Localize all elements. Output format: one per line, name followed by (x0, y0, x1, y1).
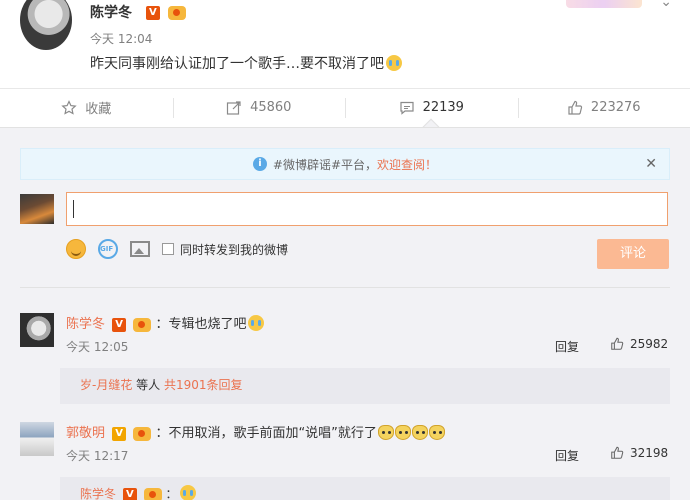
sub-replies-summary[interactable]: 岁-月缝花 等人 共1901条回复 (60, 368, 670, 404)
thumbs-up-icon (567, 100, 583, 116)
crying-emoji-icon (248, 315, 265, 331)
comment-text: ：不用取消，歌手前面加“说唱”就行了 (155, 426, 377, 441)
notice-link[interactable]: 欢迎查阅！ (377, 156, 437, 173)
comment-body: 郭敬明 V ：不用取消，歌手前面加“说唱”就行了 (66, 422, 445, 441)
member-crown-icon[interactable] (133, 426, 152, 441)
comment-time: 今天 12:05 (66, 340, 129, 354)
comment-like-button[interactable]: 32198 (610, 446, 668, 460)
repost-button[interactable]: 45860 (172, 89, 346, 126)
favorite-button[interactable]: 收藏 (0, 89, 173, 126)
comment-like-count: 25982 (630, 337, 669, 351)
post-header: ⌄ 陈学冬 V 今天 12:04 昨天同事刚给认证加了一个歌手…要不取消了吧 (0, 0, 690, 88)
sub-reply-name[interactable]: 岁-月缝花 (80, 378, 132, 392)
member-crown-icon[interactable] (143, 487, 162, 500)
member-crown-icon[interactable] (133, 317, 152, 332)
current-user-avatar (20, 194, 54, 224)
comment-time: 今天 12:17 (66, 449, 129, 463)
chevron-down-icon[interactable]: ⌄ (660, 0, 672, 10)
composer-toolbar: GIF 同时转发到我的微博 (66, 238, 300, 260)
cat-emoji-icon (377, 425, 394, 440)
commenter-avatar[interactable] (20, 313, 54, 347)
post-action-bar: 收藏 45860 22139 223276 (0, 88, 690, 126)
notice-text: #微博辟谣#平台， (272, 157, 378, 172)
reply-button[interactable]: 回复 (555, 447, 579, 464)
sub-reply-badges: V (120, 487, 166, 500)
comment-like-count: 32198 (630, 446, 669, 460)
post-author-line: 陈学冬 V (90, 2, 186, 22)
commenter-name[interactable]: 陈学冬 (66, 317, 105, 332)
crying-emoji-icon (179, 485, 196, 500)
cat-emoji-icon (428, 425, 445, 440)
member-crown-icon[interactable] (167, 6, 186, 20)
commenter-badges: V (109, 426, 155, 441)
crying-emoji-icon (386, 55, 402, 71)
star-icon (61, 99, 77, 116)
comment-body: 陈学冬 V ：专辑也烧了吧 (66, 313, 265, 332)
thumbs-up-icon (610, 446, 624, 460)
repost-checkbox-label: 同时转发到我的微博 (180, 242, 289, 257)
repost-count: 45860 (250, 100, 292, 115)
author-badges: V (143, 5, 186, 21)
decoration-banner (566, 0, 642, 8)
info-icon: i (252, 157, 267, 171)
verified-v-icon[interactable]: V (112, 426, 127, 441)
emoji-icon[interactable] (66, 239, 86, 259)
verified-v-icon[interactable]: V (112, 317, 127, 332)
gif-icon[interactable]: GIF (98, 239, 118, 259)
cat-emoji-icon (411, 425, 428, 440)
commenter-name[interactable]: 郭敬明 (66, 426, 105, 441)
sub-reply-mid: 等人 (132, 378, 164, 392)
repost-checkbox[interactable] (162, 243, 174, 255)
comment-count: 22139 (422, 100, 464, 115)
post-author-avatar[interactable] (20, 0, 72, 50)
repost-icon (226, 100, 242, 116)
close-icon[interactable]: ✕ (645, 156, 657, 172)
post-author-name[interactable]: 陈学冬 (90, 5, 132, 21)
post-time[interactable]: 今天 12:04 (90, 30, 152, 47)
post-text: 昨天同事刚给认证加了一个歌手…要不取消了吧 (90, 53, 402, 73)
post-text-content: 昨天同事刚给认证加了一个歌手…要不取消了吧 (90, 56, 384, 72)
favorite-label: 收藏 (85, 102, 112, 117)
sub-replies-preview: 陈学冬 V ： (60, 477, 670, 500)
thumbs-up-icon (610, 337, 624, 351)
sub-reply-count[interactable]: 共1901条回复 (164, 378, 243, 392)
verified-v-icon[interactable]: V (122, 487, 137, 500)
image-icon[interactable] (130, 241, 150, 257)
sub-reply-text: ： (165, 487, 178, 500)
commenter-badges: V (109, 317, 155, 332)
like-button[interactable]: 223276 (517, 89, 690, 126)
verified-v-icon[interactable]: V (145, 6, 160, 20)
cat-emoji-icon (394, 425, 411, 440)
text-caret (73, 200, 74, 218)
comment-input[interactable] (66, 192, 668, 226)
repost-option[interactable]: 同时转发到我的微博 (162, 241, 288, 258)
like-count: 223276 (590, 100, 641, 115)
submit-comment-button[interactable]: 评论 (597, 239, 669, 269)
comment-like-button[interactable]: 25982 (610, 337, 668, 351)
sub-reply-name[interactable]: 陈学冬 (80, 487, 116, 500)
comment-text: ：专辑也烧了吧 (155, 317, 247, 332)
comment-icon (399, 100, 415, 116)
divider (20, 287, 670, 288)
reply-button[interactable]: 回复 (555, 338, 579, 355)
comments-panel: i #微博辟谣#平台， 欢迎查阅！ ✕ GIF 同时转发到我的微博 评论 陈学冬 … (0, 127, 690, 500)
commenter-avatar[interactable] (20, 422, 54, 456)
rumor-notice: i #微博辟谣#平台， 欢迎查阅！ ✕ (20, 148, 670, 180)
